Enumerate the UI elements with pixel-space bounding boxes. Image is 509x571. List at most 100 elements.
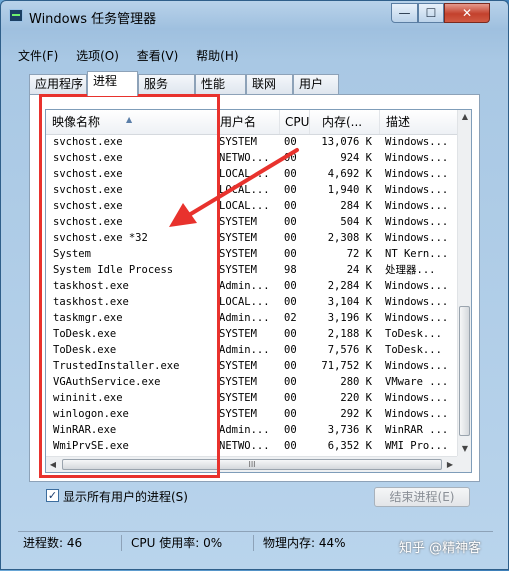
scroll-left-arrow-icon[interactable]: ◀: [46, 458, 60, 472]
table-row[interactable]: ToDesk.exe Admin... 00 7,576 K ToDesk...: [46, 342, 457, 358]
process-user-name: SYSTEM: [219, 408, 257, 420]
table-row[interactable]: svchost.exe LOCAL... 00 284 K Windows...: [46, 198, 457, 214]
process-memory: 280 K: [340, 376, 372, 388]
table-row[interactable]: svchost.exe SYSTEM 00 504 K Windows...: [46, 214, 457, 230]
process-description: Windows...: [385, 232, 449, 244]
process-memory: 3,196 K: [327, 312, 372, 324]
process-description: Windows...: [385, 280, 449, 292]
process-user-name: SYSTEM: [219, 232, 257, 244]
process-memory: 924 K: [340, 152, 372, 164]
process-description: Windows...: [385, 136, 449, 148]
status-divider: [121, 535, 122, 551]
table-row[interactable]: taskmgr.exe Admin... 02 3,196 K Windows...: [46, 310, 457, 326]
process-description: WinRAR ...: [385, 424, 449, 436]
task-manager-app-icon: [9, 9, 23, 22]
table-row[interactable]: taskhost.exe Admin... 00 2,284 K Windows...: [46, 278, 457, 294]
process-memory: 220 K: [340, 392, 372, 404]
maximize-button[interactable]: ☐: [418, 3, 444, 23]
process-memory: 72 K: [346, 248, 372, 260]
column-header-user[interactable]: 用户名: [218, 110, 280, 134]
process-description: WMI Pro...: [385, 440, 449, 452]
table-row[interactable]: svchost.exe SYSTEM 00 13,076 K Windows...: [46, 134, 457, 150]
table-row[interactable]: WmiPrvSE.exe NETWO... 00 6,352 K WMI Pro...: [46, 438, 457, 454]
process-image-name: winlogon.exe: [53, 408, 129, 420]
process-description: VMware ...: [385, 376, 449, 388]
minimize-button[interactable]: —: [391, 3, 418, 23]
tab-processes[interactable]: 进程: [87, 71, 138, 96]
process-description: Windows...: [385, 312, 449, 324]
process-image-name: System Idle Process: [53, 264, 174, 276]
vertical-scroll-thumb[interactable]: [459, 306, 470, 436]
process-image-name: svchost.exe: [53, 184, 123, 196]
menu-help[interactable]: 帮助(H): [196, 47, 238, 64]
process-image-name: VGAuthService.exe: [53, 376, 161, 388]
table-row[interactable]: VGAuthService.exe SYSTEM 00 280 K VMware ...: [46, 374, 457, 390]
close-button[interactable]: ✕: [444, 3, 490, 23]
menu-view[interactable]: 查看(V): [137, 47, 179, 64]
process-image-name: TrustedInstaller.exe: [53, 360, 180, 372]
process-user-name: NETWO...: [219, 152, 270, 164]
process-memory: 292 K: [340, 408, 372, 420]
table-row[interactable]: taskhost.exe LOCAL... 00 3,104 K Windows...: [46, 294, 457, 310]
tab-performance[interactable]: 性能: [195, 74, 246, 94]
title-bar[interactable]: Windows 任务管理器 — ☐ ✕: [1, 1, 508, 31]
process-image-name: WmiPrvSE.exe: [53, 440, 129, 452]
column-header-description[interactable]: 描述: [380, 110, 457, 134]
tab-services[interactable]: 服务: [138, 74, 195, 94]
table-row[interactable]: ToDesk.exe SYSTEM 00 2,188 K ToDesk...: [46, 326, 457, 342]
process-description: Windows...: [385, 200, 449, 212]
process-memory: 24 K: [346, 264, 372, 276]
tab-applications[interactable]: 应用程序: [29, 74, 87, 94]
process-description: Windows...: [385, 152, 449, 164]
table-row[interactable]: svchost.exe NETWO... 00 924 K Windows...: [46, 150, 457, 166]
horizontal-scrollbar[interactable]: ◀ III ▶: [46, 456, 457, 472]
window-title: Windows 任务管理器: [29, 12, 157, 27]
process-image-name: taskhost.exe: [53, 296, 129, 308]
process-user-name: NETWO...: [219, 440, 270, 452]
process-image-name: svchost.exe *32: [53, 232, 148, 244]
table-row[interactable]: svchost.exe LOCAL... 00 1,940 K Windows...: [46, 182, 457, 198]
process-user-name: SYSTEM: [219, 264, 257, 276]
menu-file[interactable]: 文件(F): [18, 47, 58, 64]
scroll-down-arrow-icon[interactable]: ▼: [458, 442, 471, 456]
process-description: Windows...: [385, 360, 449, 372]
column-header-memory[interactable]: 内存(...: [310, 110, 380, 134]
process-image-name: taskmgr.exe: [53, 312, 123, 324]
table-row[interactable]: wininit.exe SYSTEM 00 220 K Windows...: [46, 390, 457, 406]
menu-options[interactable]: 选项(O): [76, 47, 119, 64]
status-divider: [253, 535, 254, 551]
show-all-users-checkbox[interactable]: ✓: [46, 489, 59, 502]
scroll-up-arrow-icon[interactable]: ▲: [458, 110, 471, 124]
column-header-image-name[interactable]: ▲ 映像名称: [46, 110, 218, 134]
scroll-right-arrow-icon[interactable]: ▶: [443, 458, 457, 472]
table-row[interactable]: TrustedInstaller.exe SYSTEM 00 71,752 K Wind…: [46, 358, 457, 374]
process-image-name: ToDesk.exe: [53, 344, 117, 356]
process-list[interactable]: ▲ 映像名称 用户名 CPU 内存(... 描述 svchost.exe SYST…: [45, 109, 472, 473]
process-image-name: svchost.exe: [53, 216, 123, 228]
tab-users[interactable]: 用户: [293, 74, 339, 94]
vertical-scrollbar[interactable]: ▲ ▼: [457, 110, 471, 456]
table-row[interactable]: System SYSTEM 00 72 K NT Kern...: [46, 246, 457, 262]
column-header-cpu[interactable]: CPU: [280, 110, 310, 134]
process-image-name: System: [53, 248, 91, 260]
process-user-name: Admin...: [219, 280, 270, 292]
process-description: Windows...: [385, 392, 449, 404]
table-row[interactable]: WinRAR.exe Admin... 00 3,736 K WinRAR ...: [46, 422, 457, 438]
status-cpu-usage: CPU 使用率: 0%: [131, 536, 223, 550]
tab-networking[interactable]: 联网: [246, 74, 293, 94]
horizontal-scroll-thumb[interactable]: III: [62, 459, 442, 470]
show-all-users-label[interactable]: 显示所有用户的进程(S): [63, 488, 188, 505]
process-description: Windows...: [385, 168, 449, 180]
table-row[interactable]: winlogon.exe SYSTEM 00 292 K Windows...: [46, 406, 457, 422]
end-process-button[interactable]: 结束进程(E): [374, 487, 470, 507]
table-row[interactable]: svchost.exe LOCAL... 00 4,692 K Windows...: [46, 166, 457, 182]
process-image-name: svchost.exe: [53, 200, 123, 212]
table-row[interactable]: System Idle Process SYSTEM 98 24 K 处理器...: [46, 262, 457, 278]
process-description: Windows...: [385, 216, 449, 228]
table-row[interactable]: svchost.exe *32 SYSTEM 00 2,308 K Windows...: [46, 230, 457, 246]
process-image-name: svchost.exe: [53, 136, 123, 148]
process-description: 处理器...: [385, 264, 436, 276]
process-user-name: SYSTEM: [219, 248, 257, 260]
process-user-name: LOCAL...: [219, 184, 270, 196]
process-user-name: SYSTEM: [219, 392, 257, 404]
